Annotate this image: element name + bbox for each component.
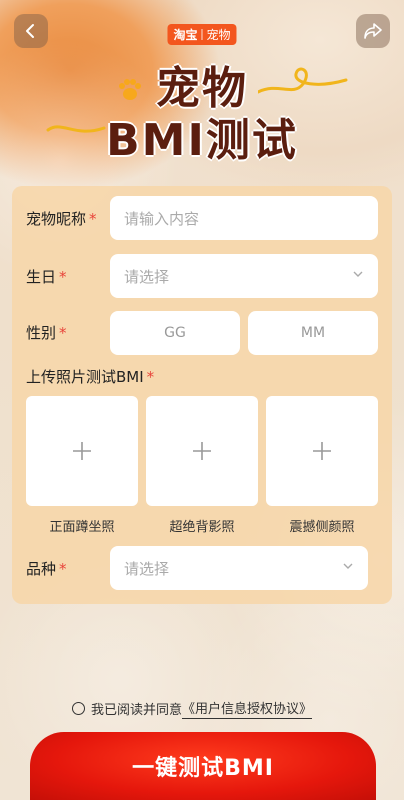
nickname-placeholder: 请输入内容 [124,209,200,228]
plus-icon [73,442,91,460]
brand-divider [201,29,203,40]
birthday-label: 生日 * [26,266,67,287]
back-button[interactable] [14,14,48,48]
photo-slot-label: 超绝背影照 [169,520,235,535]
gender-option-mm[interactable]: MM [248,311,378,355]
upload-label-text: 上传照片测试BMI [26,368,144,386]
chevron-down-icon [343,563,353,569]
required-mark: * [59,268,67,286]
agreement-link[interactable]: 《用户信息授权协议》 [182,698,313,719]
gender-label: 性别 * [26,322,67,343]
required-mark: * [59,324,67,342]
share-button[interactable] [356,14,390,48]
required-mark: * [59,560,67,578]
test-bmi-button-label: 一键测试BMI [132,756,274,781]
chevron-down-icon [353,271,363,277]
required-mark: * [146,368,155,386]
photo-slot-label: 震撼侧颜照 [289,520,355,535]
upload-label: 上传照片测试BMI * [26,366,154,387]
back-arrow-icon [26,24,34,38]
breed-label: 品种 * [26,558,67,579]
photo-upload-side[interactable] [266,396,378,506]
gender-label-text: 性别 [26,324,57,342]
nickname-label-text: 宠物昵称 [26,210,87,228]
brand-main: 淘宝 [173,28,198,42]
required-mark: * [89,210,97,228]
gender-option-label: MM [300,325,326,341]
agreement-prefix: 我已阅读并同意 [91,703,183,718]
birthday-placeholder: 请选择 [124,267,170,286]
breed-placeholder: 请选择 [124,559,170,578]
photo-upload-front[interactable] [26,396,138,506]
gender-option-label: GG [164,325,186,341]
plus-icon [193,442,211,460]
photo-slot-label: 正面蹲坐照 [49,520,115,535]
gender-option-gg[interactable]: GG [110,311,240,355]
brand-badge: 淘宝 宠物 [167,24,237,45]
birthday-select[interactable]: 请选择 [110,254,378,298]
test-bmi-button[interactable]: 一键测试BMI [30,732,376,800]
nickname-label: 宠物昵称 * [26,208,97,229]
share-icon [364,23,382,39]
form-panel [12,186,392,604]
breed-select[interactable]: 请选择 [110,546,368,590]
agreement-radio[interactable] [72,702,85,715]
page-title-line-2: BMI测试 [106,115,298,166]
photo-upload-back[interactable] [146,396,258,506]
plus-icon [313,442,331,460]
agreement-row: 我已阅读并同意 《用户信息授权协议》 [72,698,313,719]
breed-label-text: 品种 [26,560,57,578]
birthday-label-text: 生日 [26,268,57,286]
brand-sub: 宠物 [206,28,231,42]
nickname-input[interactable]: 请输入内容 [110,196,378,240]
